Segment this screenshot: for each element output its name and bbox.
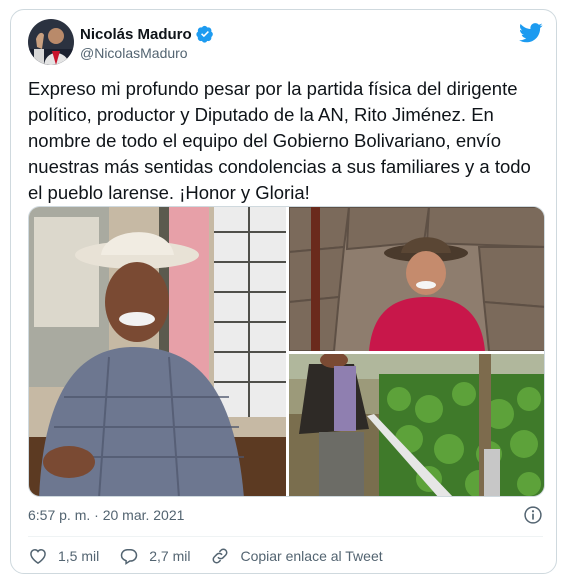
author-name[interactable]: Nicolás Maduro xyxy=(80,26,192,43)
copy-link-button[interactable]: Copiar enlace al Tweet xyxy=(210,546,383,566)
author-name-row[interactable]: Nicolás Maduro xyxy=(80,25,214,43)
divider xyxy=(28,536,543,537)
reply-button[interactable]: 2,7 mil xyxy=(119,546,190,566)
media-grid xyxy=(28,206,545,497)
tweet-text: Expreso mi profundo pesar por la partida… xyxy=(28,78,531,203)
photo-portrait-hat[interactable] xyxy=(29,207,286,496)
like-count: 1,5 mil xyxy=(58,548,100,564)
author-handle[interactable]: @NicolasMaduro xyxy=(80,45,188,61)
tweet-actions: 1,5 mil 2,7 mil Copiar enlace al Tweet xyxy=(28,546,403,566)
like-button[interactable]: 1,5 mil xyxy=(28,546,99,566)
verified-badge-icon xyxy=(196,25,213,43)
info-icon[interactable] xyxy=(523,505,543,525)
tweet-card[interactable]: Nicolás Maduro @NicolasMaduro Expreso mi… xyxy=(10,9,557,574)
link-icon xyxy=(213,548,228,564)
photo-nursery-plants[interactable] xyxy=(289,354,544,496)
twitter-bird-icon[interactable] xyxy=(519,23,543,43)
tweet-timestamp[interactable]: 6:57 p. m. · 20 mar. 2021 xyxy=(28,507,184,523)
avatar[interactable] xyxy=(28,19,74,65)
copy-link-label: Copiar enlace al Tweet xyxy=(240,548,383,564)
reply-count: 2,7 mil xyxy=(149,548,191,564)
reply-icon xyxy=(120,549,138,565)
photo-stone-wall[interactable] xyxy=(289,207,544,351)
heart-icon xyxy=(30,548,46,564)
